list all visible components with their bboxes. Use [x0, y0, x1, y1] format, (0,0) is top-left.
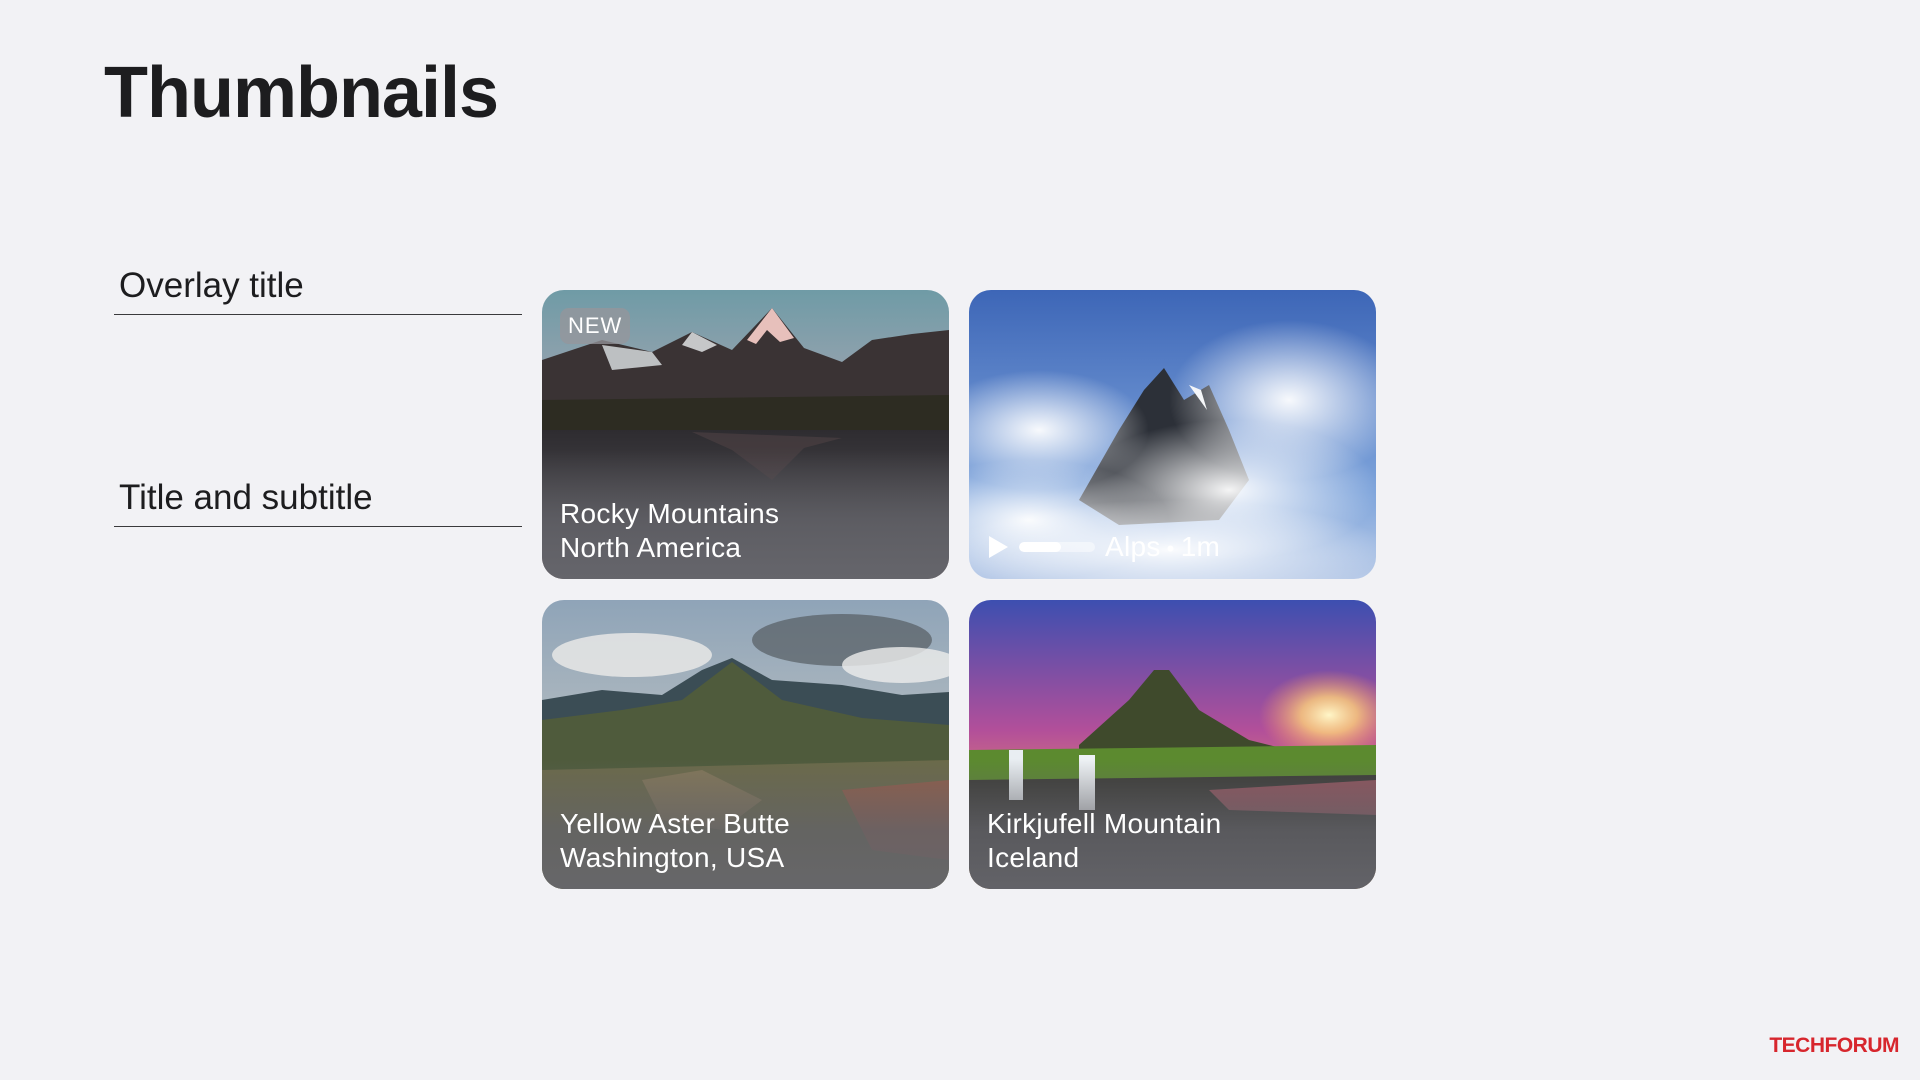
- thumbnail-caption: Yellow Aster Butte Washington, USA: [560, 807, 935, 875]
- label-title-and-subtitle-text: Title and subtitle: [119, 478, 373, 517]
- thumbnail-alps-video[interactable]: Alps • 1m: [969, 290, 1376, 579]
- thumbnail-title: Kirkjufell Mountain: [987, 808, 1222, 839]
- new-badge: NEW: [560, 308, 631, 344]
- video-progress-fill: [1019, 542, 1061, 552]
- thumbnail-title: Rocky Mountains: [560, 498, 780, 529]
- video-title: Alps: [1105, 531, 1161, 562]
- label-overlay-title: Overlay title: [114, 266, 522, 315]
- logo-part-forum: FORUM: [1824, 1034, 1900, 1057]
- thumbnail-yellow-aster-butte[interactable]: Yellow Aster Butte Washington, USA: [542, 600, 949, 889]
- thumbnail-caption: Rocky Mountains North America: [560, 497, 935, 565]
- video-separator: •: [1166, 536, 1175, 561]
- video-player-bar: Alps • 1m: [987, 531, 1220, 563]
- label-title-and-subtitle: Title and subtitle: [114, 478, 522, 527]
- label-overlay-title-text: Overlay title: [119, 266, 304, 305]
- video-duration: 1m: [1180, 531, 1221, 562]
- slide: Thumbnails Overlay title Title and subti…: [0, 0, 1920, 1080]
- techforum-logo: TECHFORUM: [1769, 1034, 1899, 1058]
- thumbnail-title: Yellow Aster Butte: [560, 808, 791, 839]
- thumbnail-subtitle: Iceland: [987, 842, 1080, 873]
- video-progress-bar[interactable]: [1019, 542, 1095, 552]
- thumbnail-kirkjufell-mountain[interactable]: Kirkjufell Mountain Iceland: [969, 600, 1376, 889]
- thumbnail-caption: Kirkjufell Mountain Iceland: [987, 807, 1362, 875]
- play-icon[interactable]: [987, 535, 1009, 559]
- page-title: Thumbnails: [104, 53, 499, 133]
- video-meta: Alps • 1m: [1105, 531, 1220, 563]
- thumbnail-subtitle: North America: [560, 532, 742, 563]
- logo-part-tech: TECH: [1769, 1034, 1825, 1057]
- thumbnail-rocky-mountains[interactable]: NEW Rocky Mountains North America: [542, 290, 949, 579]
- thumbnail-subtitle: Washington, USA: [560, 842, 785, 873]
